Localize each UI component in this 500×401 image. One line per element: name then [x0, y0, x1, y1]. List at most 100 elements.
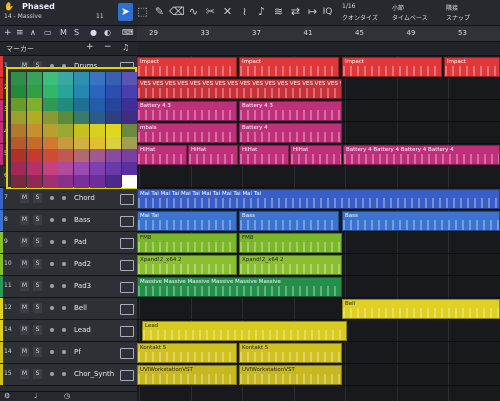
color-swatch[interactable] — [26, 110, 42, 124]
track-color-bar[interactable] — [0, 298, 3, 319]
color-swatch[interactable] — [121, 149, 137, 163]
curve-tool-icon[interactable]: ∿ — [186, 3, 201, 21]
solo-button[interactable]: S — [33, 347, 42, 357]
color-swatch[interactable] — [26, 149, 42, 163]
arrow-tool-icon[interactable]: ➤ — [118, 3, 133, 21]
track-color-bar[interactable] — [0, 232, 3, 253]
track-name[interactable]: Pad — [74, 238, 87, 246]
color-swatch[interactable] — [105, 136, 121, 150]
color-swatch[interactable] — [90, 110, 105, 124]
audio-event[interactable]: Impact — [137, 57, 237, 77]
track-name[interactable]: Pad2 — [74, 260, 91, 268]
solo-button[interactable]: S — [33, 237, 42, 247]
color-swatch[interactable] — [74, 162, 90, 176]
color-swatch[interactable] — [105, 84, 121, 98]
color-swatch[interactable] — [121, 97, 137, 111]
split-tool-icon[interactable]: ✂ — [203, 3, 218, 21]
monitor-icon[interactable] — [62, 284, 66, 288]
track-header[interactable]: 12 M S Bell — [0, 298, 137, 320]
color-swatch[interactable] — [58, 97, 74, 111]
track-name[interactable]: Pad3 — [74, 282, 91, 290]
monitor-icon[interactable] — [62, 218, 66, 222]
color-swatch[interactable] — [121, 72, 137, 85]
color-swatch[interactable] — [26, 162, 42, 176]
color-swatch[interactable] — [90, 149, 105, 163]
track-header[interactable]: 14 M S Lead — [0, 320, 137, 342]
color-swatch[interactable] — [105, 175, 121, 189]
follow-icon[interactable]: ↦ — [305, 3, 320, 21]
audio-event[interactable]: Xpand!2_x64 2 — [239, 255, 342, 275]
color-swatch[interactable] — [42, 136, 58, 150]
track-lane[interactable] — [137, 166, 500, 188]
track-color-bar[interactable] — [0, 144, 3, 165]
range-tool-icon[interactable]: ⬚ — [135, 3, 150, 21]
record-arm-icon[interactable] — [50, 196, 54, 200]
marker-note-icon[interactable]: ♫ — [122, 43, 129, 52]
audio-event[interactable]: Kontakt 5 — [137, 343, 237, 363]
color-swatch[interactable] — [26, 84, 42, 98]
color-swatch[interactable] — [42, 97, 58, 111]
instrument-icon[interactable] — [120, 282, 134, 293]
solo-all-icon[interactable]: S — [74, 28, 79, 37]
solo-button[interactable]: S — [33, 193, 42, 203]
mute-button[interactable]: M — [20, 281, 29, 291]
color-swatch[interactable] — [42, 84, 58, 98]
audio-event[interactable]: HiHat — [290, 145, 342, 165]
color-swatch[interactable] — [74, 72, 90, 85]
hand-icon[interactable]: ✋ — [4, 2, 18, 12]
color-swatch[interactable] — [105, 110, 121, 124]
eraser-tool-icon[interactable]: ⌫ — [169, 3, 185, 21]
color-swatch[interactable] — [90, 97, 105, 111]
track-header[interactable]: 9 M S Pad — [0, 232, 137, 254]
audio-event[interactable]: Battery 4 Battery 4 Battery 4 Battery 4 — [343, 145, 500, 165]
audio-event[interactable]: Kontakt 5 — [239, 343, 342, 363]
audio-event[interactable]: HiHat — [239, 145, 289, 165]
track-color-bar[interactable] — [0, 320, 3, 341]
track-name[interactable]: Bass — [74, 216, 90, 224]
color-swatch[interactable] — [90, 162, 105, 176]
track-color-bar[interactable] — [0, 56, 3, 77]
audio-event[interactable]: Bell — [342, 299, 500, 319]
snap-value[interactable]: 隣接 — [446, 3, 458, 12]
record-arm-icon[interactable] — [50, 240, 54, 244]
instrument-icon[interactable] — [120, 370, 134, 381]
audio-event[interactable]: FM8 — [239, 233, 342, 253]
track-color-bar[interactable] — [0, 188, 3, 209]
track-header[interactable]: 7 M S Chord — [0, 188, 137, 210]
audio-event[interactable]: Impact — [239, 57, 339, 77]
track-color-bar[interactable] — [0, 254, 3, 275]
audio-event[interactable]: mbals — [137, 123, 237, 143]
color-swatch[interactable] — [26, 175, 42, 189]
color-swatch[interactable] — [11, 123, 26, 137]
keyboard-icon[interactable]: ⌨ — [122, 28, 134, 37]
color-swatch[interactable] — [105, 97, 121, 111]
color-swatch[interactable] — [105, 149, 121, 163]
pencil-tool-icon[interactable]: ✎ — [152, 3, 167, 21]
track-list-icon[interactable]: ≡ — [16, 28, 24, 38]
add-marker-button[interactable]: + — [86, 42, 94, 52]
track-color-bar[interactable] — [0, 122, 3, 143]
color-swatch[interactable] — [11, 162, 26, 176]
color-swatch[interactable] — [121, 136, 137, 150]
audio-event[interactable]: Mai Tai Mai Tai Mai Tai Mai Tai Mai Tai … — [137, 189, 500, 209]
color-swatch[interactable] — [58, 72, 74, 85]
track-color-bar[interactable] — [0, 210, 3, 231]
track-header[interactable]: 15 M S Chor_Synth — [0, 364, 137, 386]
color-swatch[interactable] — [42, 162, 58, 176]
audio-event[interactable]: Impact — [444, 57, 500, 77]
color-swatch[interactable] — [11, 110, 26, 124]
color-swatch[interactable] — [58, 110, 74, 124]
instrument-icon[interactable] — [120, 194, 134, 205]
color-swatch[interactable] — [90, 136, 105, 150]
monitor-icon[interactable]: ◐ — [104, 28, 111, 37]
track-color-bar[interactable] — [0, 100, 3, 121]
track-color-bar[interactable] — [0, 78, 3, 99]
color-swatch[interactable] — [90, 84, 105, 98]
track-color-bar[interactable] — [0, 364, 3, 385]
record-arm-icon[interactable] — [50, 306, 54, 310]
color-swatch[interactable] — [74, 136, 90, 150]
audio-event[interactable]: UVIWorkstationVST — [137, 365, 237, 385]
mute-button[interactable]: M — [20, 303, 29, 313]
color-swatch[interactable] — [90, 123, 105, 137]
audio-event[interactable]: Xpand!2_x64 2 — [137, 255, 237, 275]
